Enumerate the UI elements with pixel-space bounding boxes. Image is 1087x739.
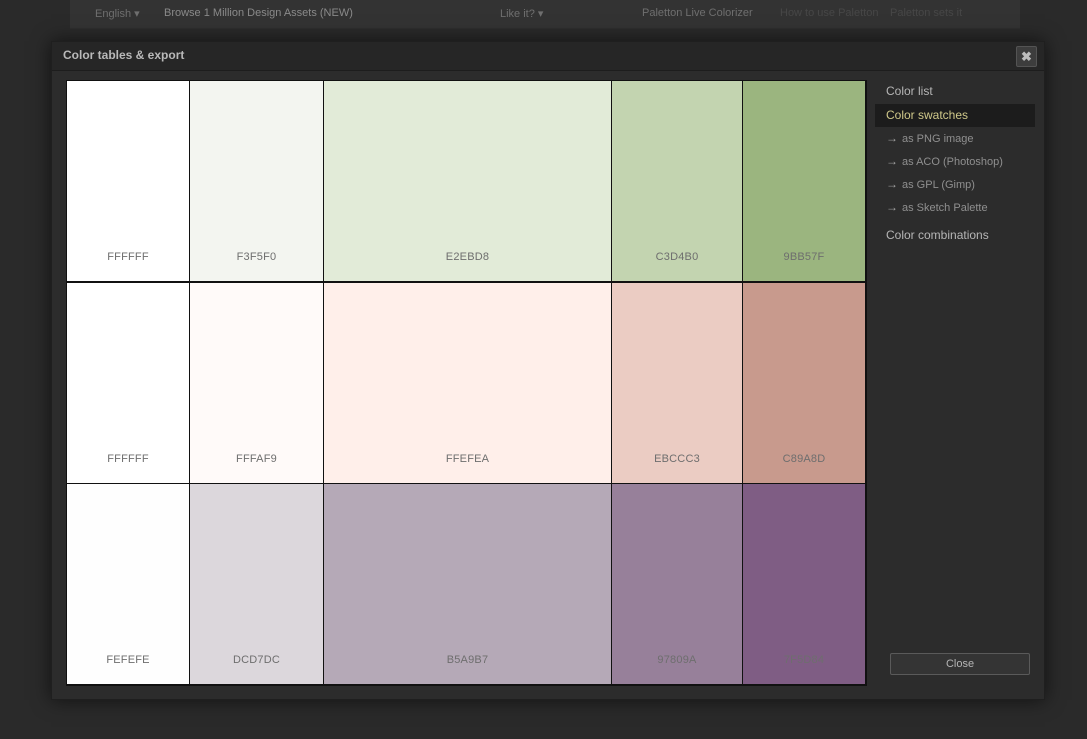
swatch-hex-label: E2EBD8 (445, 251, 490, 263)
close-button[interactable]: Close (890, 653, 1030, 675)
swatch-hex-label: FFFFFF (107, 251, 149, 263)
arrow-right-icon: → (886, 177, 898, 191)
language-select[interactable]: English ▾ (95, 7, 140, 20)
export-png-item[interactable]: → as PNG image (875, 128, 1035, 149)
swatch-hex-label: FEFEFE (106, 654, 150, 666)
export-sketch-label: as Sketch Palette (902, 202, 988, 214)
dialog-title: Color tables & export (63, 48, 185, 62)
color-swatch[interactable]: EBCCC3 (612, 283, 742, 483)
how-to-use-link[interactable]: How to use Paletton (780, 7, 878, 19)
arrow-right-icon: → (886, 200, 898, 214)
swatch-hex-label: FFEFEA (445, 453, 490, 465)
color-swatch[interactable]: F3F5F0 (190, 81, 323, 281)
paletton-sets-link[interactable]: Paletton sets it (890, 7, 962, 19)
color-swatch[interactable]: FEFEFE (67, 484, 189, 684)
swatch-hex-label: EBCCC3 (654, 453, 700, 465)
like-it-menu[interactable]: Like it? ▾ (500, 7, 543, 20)
swatch-hex-label: DCD7DC (232, 654, 281, 666)
swatch-hex-label: 97809A (657, 654, 697, 666)
color-swatch[interactable]: FFFAF9 (190, 283, 323, 483)
color-swatch[interactable]: FFEFEA (324, 283, 611, 483)
color-swatch[interactable]: 7F5D84 (743, 484, 865, 684)
color-swatch[interactable]: FFFFFF (67, 81, 189, 281)
color-swatch[interactable]: FFFFFF (67, 283, 189, 483)
color-swatch[interactable]: 9BB57F (743, 81, 865, 281)
color-swatch[interactable]: C3D4B0 (612, 81, 742, 281)
arrow-right-icon: → (886, 131, 898, 145)
color-swatch[interactable]: C89A8D (743, 283, 865, 483)
background-topbar: English ▾ Browse 1 Million Design Assets… (70, 0, 1020, 29)
swatch-hex-label: B5A9B7 (446, 654, 489, 666)
swatch-row: FFFFFF FFFAF9 FFEFEA EBCCC3 C89A8D (67, 283, 866, 483)
swatch-grid: FFFFFF F3F5F0 E2EBD8 C3D4B0 9BB57F FFFFFF FFFA… (66, 80, 867, 686)
export-gpl-item[interactable]: → as GPL (Gimp) (875, 174, 1035, 195)
browse-assets-link[interactable]: Browse 1 Million Design Assets (NEW) (164, 7, 353, 19)
close-x-icon[interactable]: ✖ (1016, 46, 1037, 67)
live-colorizer-link[interactable]: Paletton Live Colorizer (642, 7, 753, 19)
color-swatch[interactable]: B5A9B7 (324, 484, 611, 684)
arrow-right-icon: → (886, 154, 898, 168)
swatch-row: FFFFFF F3F5F0 E2EBD8 C3D4B0 9BB57F (67, 81, 866, 281)
export-aco-label: as ACO (Photoshop) (902, 156, 1003, 168)
swatch-hex-label: 7F5D84 (783, 654, 825, 666)
swatch-hex-label: C3D4B0 (655, 251, 699, 263)
color-swatch[interactable]: 97809A (612, 484, 742, 684)
dialog-header: Color tables & export ✖ (52, 42, 1044, 71)
swatch-hex-label: F3F5F0 (236, 251, 277, 263)
page: English ▾ Browse 1 Million Design Assets… (0, 0, 1087, 739)
color-swatch[interactable]: DCD7DC (190, 484, 323, 684)
export-png-label: as PNG image (902, 133, 974, 145)
swatch-row: FEFEFE DCD7DC B5A9B7 97809A 7F5D84 (67, 484, 866, 684)
swatch-hex-label: FFFAF9 (236, 453, 277, 465)
swatch-hex-label: C89A8D (782, 453, 826, 465)
export-sketch-item[interactable]: → as Sketch Palette (875, 197, 1035, 218)
menu-color-combinations[interactable]: Color combinations (875, 224, 1035, 247)
export-gpl-label: as GPL (Gimp) (902, 179, 975, 191)
menu-color-swatches[interactable]: Color swatches (875, 104, 1035, 127)
menu-color-list[interactable]: Color list (875, 80, 1035, 103)
swatch-hex-label: 9BB57F (783, 251, 825, 263)
swatch-hex-label: FFFFFF (107, 453, 149, 465)
export-aco-item[interactable]: → as ACO (Photoshop) (875, 151, 1035, 172)
color-tables-dialog: Color tables & export ✖ FFFFFF F3F5F0 E2EB… (51, 41, 1045, 700)
color-swatch[interactable]: E2EBD8 (324, 81, 611, 281)
